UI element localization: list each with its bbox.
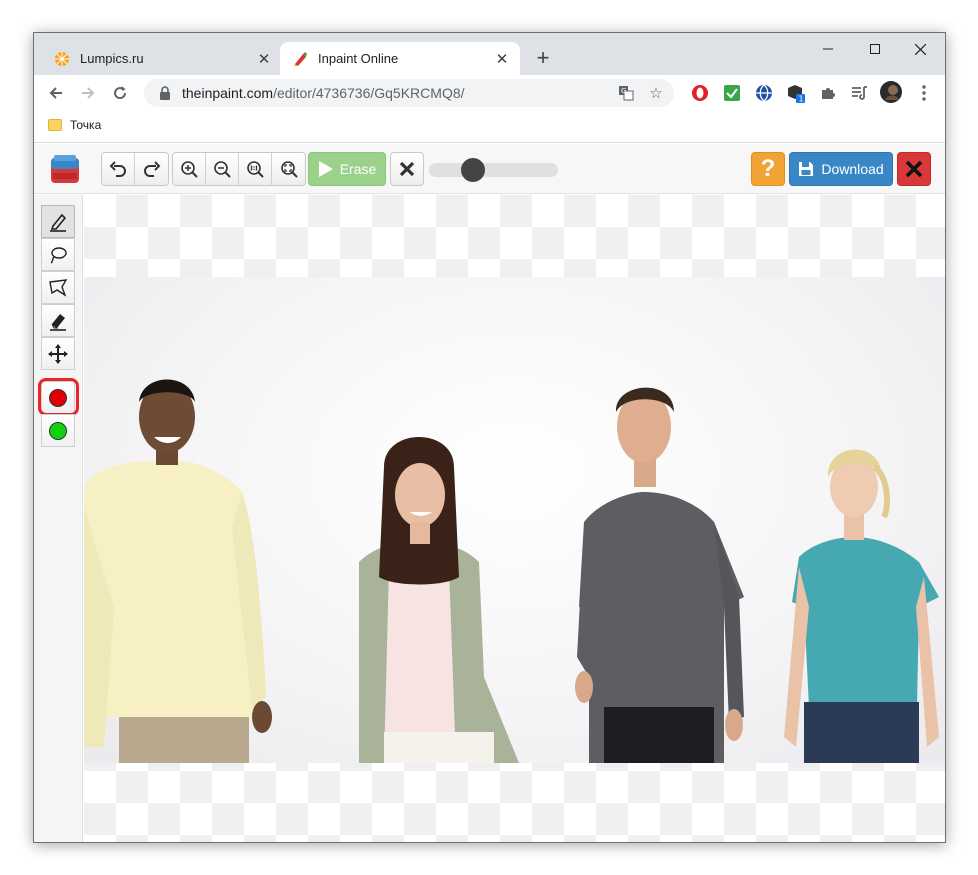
person-woman-teal-shirt <box>784 449 939 763</box>
maximize-icon[interactable] <box>852 35 897 63</box>
opera-extension-icon[interactable] <box>690 83 710 103</box>
close-icon <box>399 161 415 177</box>
back-icon[interactable] <box>42 79 70 107</box>
slider-knob[interactable] <box>461 158 485 182</box>
help-label: ? <box>760 155 776 182</box>
undo-icon <box>109 161 126 177</box>
eraser-tool-button[interactable] <box>41 304 75 337</box>
zoom-actual-size-button[interactable] <box>239 153 272 185</box>
lumpics-favicon-icon <box>54 51 70 67</box>
tab-close-icon[interactable]: ✕ <box>492 49 512 69</box>
bookmarks-bar: Точка <box>34 111 945 143</box>
person-man-yellow-shirt <box>84 379 272 763</box>
tab-inpaint[interactable]: Inpaint Online ✕ <box>280 42 520 75</box>
lasso-tool-button[interactable] <box>41 238 75 271</box>
zoom-actual-size-icon <box>247 161 264 178</box>
polygonal-lasso-icon <box>49 278 68 297</box>
zoom-in-button[interactable] <box>173 153 206 185</box>
green-marker-color-button[interactable] <box>41 414 75 447</box>
inpaint-favicon-icon <box>292 51 308 67</box>
tab-lumpics[interactable]: Lumpics.ru ✕ <box>42 42 282 75</box>
zoom-out-icon <box>214 161 231 178</box>
browser-toolbar: theinpaint.com/editor/4736736/Gq5KRCMQ8/… <box>34 75 945 111</box>
lasso-icon <box>50 246 67 264</box>
bookmark-star-icon[interactable]: ☆ <box>644 81 668 105</box>
bookmark-item[interactable]: Точка <box>48 118 101 132</box>
puzzle-extensions-icon[interactable] <box>818 83 838 103</box>
url-host: theinpaint.com <box>182 85 274 101</box>
erase-button[interactable]: Erase <box>308 152 386 186</box>
green-color-swatch <box>49 421 67 440</box>
forward-icon[interactable] <box>74 79 102 107</box>
tab-title: Inpaint Online <box>318 51 399 66</box>
profile-avatar[interactable] <box>879 80 903 104</box>
photo-four-people[interactable] <box>84 277 945 763</box>
person-woman-green-cardigan <box>359 437 519 763</box>
vpn-extension-icon[interactable] <box>754 83 774 103</box>
new-tab-icon[interactable]: + <box>531 47 555 71</box>
lock-icon[interactable] <box>158 86 172 100</box>
zoom-fit-icon <box>280 161 298 178</box>
editor-canvas[interactable] <box>84 195 945 842</box>
help-button[interactable]: ? <box>751 152 785 186</box>
redo-icon <box>143 161 160 177</box>
extension-badge: 1 <box>799 95 804 104</box>
browser-window: Lumpics.ru ✕ Inpaint Online ✕ + theinpai… <box>33 32 946 843</box>
zoom-in-icon <box>181 161 198 178</box>
play-icon <box>318 161 333 177</box>
checkmark-extension-icon[interactable] <box>722 83 742 103</box>
address-bar[interactable]: theinpaint.com/editor/4736736/Gq5KRCMQ8/… <box>144 79 674 107</box>
marker-icon <box>50 213 67 232</box>
erase-label: Erase <box>339 161 377 177</box>
people-illustration <box>84 379 939 763</box>
close-editor-button[interactable] <box>897 152 931 186</box>
move-tool-button[interactable] <box>41 337 75 370</box>
zoom-fit-button[interactable] <box>272 153 305 185</box>
zoom-out-button[interactable] <box>206 153 239 185</box>
clear-selection-button[interactable] <box>390 152 424 186</box>
translate-icon[interactable]: G <box>614 81 638 105</box>
close-icon <box>905 160 923 178</box>
tab-close-icon[interactable]: ✕ <box>254 49 274 69</box>
history-group <box>101 152 169 186</box>
brush-size-slider[interactable] <box>429 158 558 182</box>
url-path: /editor/4736736/Gq5KRCMQ8/ <box>273 85 465 101</box>
inpaint-logo[interactable] <box>49 153 81 185</box>
folder-icon <box>48 119 62 131</box>
polygonal-lasso-tool-button[interactable] <box>41 271 75 304</box>
bookmark-label: Точка <box>70 118 102 132</box>
eraser-icon <box>50 313 66 331</box>
reload-icon[interactable] <box>106 79 134 107</box>
media-queue-icon[interactable] <box>850 83 870 103</box>
highlight-annotation <box>38 378 79 416</box>
move-icon <box>48 343 68 364</box>
undo-button[interactable] <box>102 153 135 185</box>
person-man-gray-polo <box>575 387 744 763</box>
url-text: theinpaint.com/editor/4736736/Gq5KRCMQ8/ <box>182 85 614 101</box>
zoom-group <box>172 152 306 186</box>
tab-strip: Lumpics.ru ✕ Inpaint Online ✕ + <box>34 33 945 75</box>
package-extension-icon[interactable]: 1 <box>786 83 806 103</box>
download-label: Download <box>821 161 884 177</box>
marker-tool-button[interactable] <box>41 205 75 238</box>
window-close-icon[interactable] <box>898 35 943 63</box>
svg-text:G: G <box>621 87 626 95</box>
menu-kebab-icon[interactable] <box>914 83 934 103</box>
redo-button[interactable] <box>135 153 168 185</box>
minimize-icon[interactable] <box>805 35 850 63</box>
tools-sidebar <box>34 195 83 842</box>
floppy-disk-icon <box>799 162 814 176</box>
download-button[interactable]: Download <box>789 152 893 186</box>
tab-title: Lumpics.ru <box>80 51 144 66</box>
editor-toolbar: Erase ? Download <box>34 144 945 194</box>
